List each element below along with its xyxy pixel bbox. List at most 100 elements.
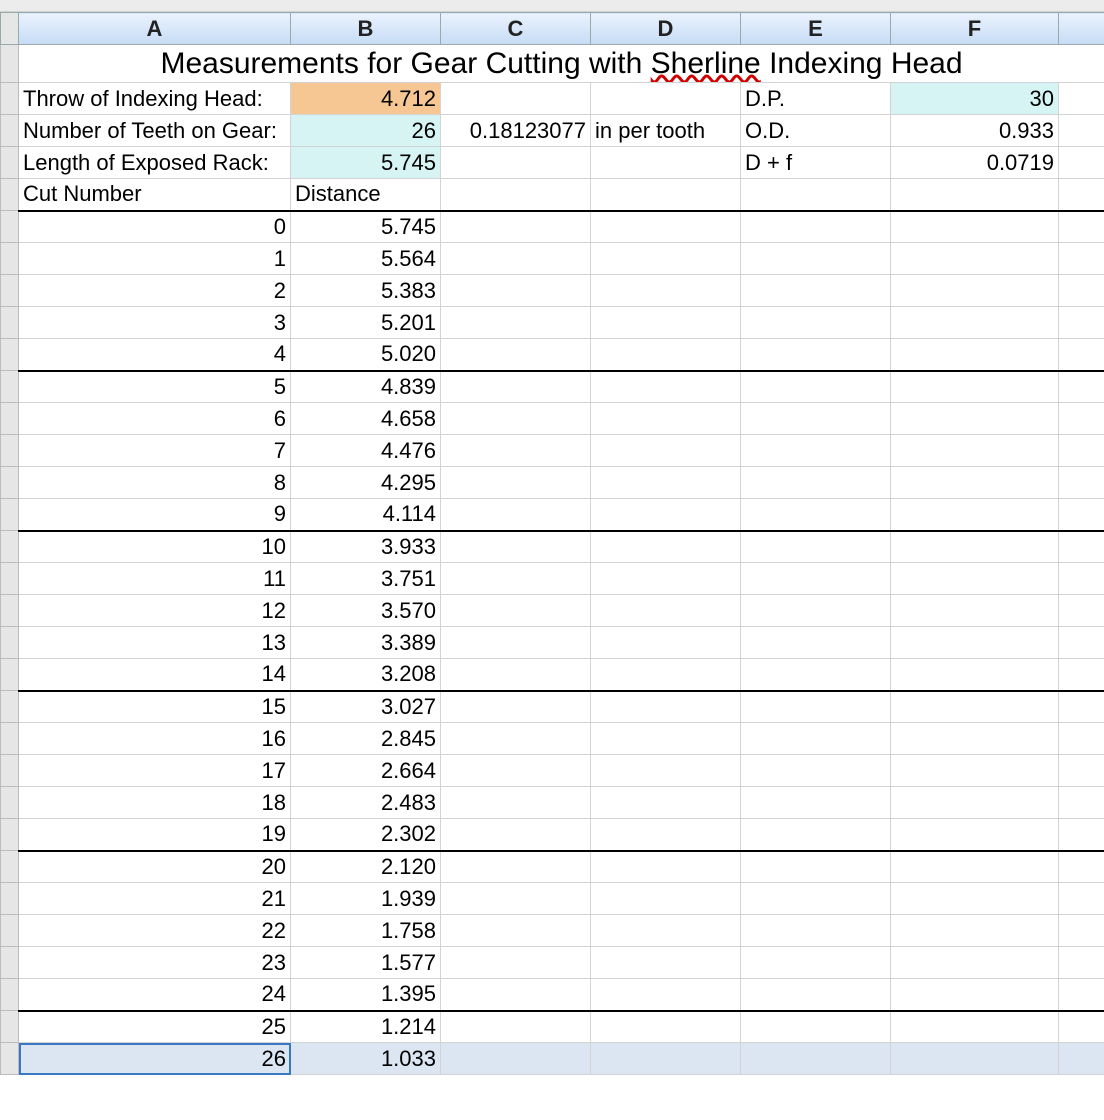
cell[interactable] — [441, 275, 591, 307]
cell[interactable] — [591, 339, 741, 371]
cell[interactable] — [741, 595, 891, 627]
cell[interactable] — [441, 83, 591, 115]
cell[interactable] — [741, 723, 891, 755]
row-header[interactable] — [1, 691, 19, 723]
cell[interactable] — [891, 563, 1059, 595]
cell[interactable] — [1059, 147, 1104, 179]
row-header[interactable] — [1, 979, 19, 1011]
distance-header[interactable]: Distance — [291, 179, 441, 211]
cell[interactable] — [741, 979, 891, 1011]
cell[interactable] — [1059, 819, 1104, 851]
table-row[interactable]: 211.939 — [1, 883, 1104, 915]
cell[interactable] — [591, 627, 741, 659]
cell[interactable] — [891, 307, 1059, 339]
row-header[interactable] — [1, 627, 19, 659]
row-header[interactable] — [1, 723, 19, 755]
cell[interactable] — [441, 787, 591, 819]
row-header[interactable] — [1, 595, 19, 627]
cell[interactable] — [891, 275, 1059, 307]
cell[interactable] — [441, 691, 591, 723]
cell[interactable] — [891, 627, 1059, 659]
cell[interactable] — [591, 883, 741, 915]
cell[interactable] — [441, 595, 591, 627]
cell[interactable] — [591, 179, 741, 211]
cell[interactable] — [741, 403, 891, 435]
cell[interactable] — [591, 595, 741, 627]
cell[interactable] — [591, 83, 741, 115]
cut-number-cell[interactable]: 0 — [19, 211, 291, 243]
row-header[interactable] — [1, 83, 19, 115]
cell[interactable] — [1059, 787, 1104, 819]
distance-cell[interactable]: 3.933 — [291, 531, 441, 563]
cut-number-cell[interactable]: 17 — [19, 755, 291, 787]
row-header[interactable] — [1, 1011, 19, 1043]
dp-label[interactable]: D.P. — [741, 83, 891, 115]
cell[interactable] — [891, 755, 1059, 787]
cell[interactable] — [1059, 755, 1104, 787]
cell[interactable] — [891, 659, 1059, 691]
distance-cell[interactable]: 5.745 — [291, 211, 441, 243]
cell[interactable] — [741, 691, 891, 723]
row-header[interactable] — [1, 467, 19, 499]
cell[interactable] — [741, 243, 891, 275]
table-row[interactable]: 192.302 — [1, 819, 1104, 851]
table-row[interactable]: 113.751 — [1, 563, 1104, 595]
cell[interactable] — [1059, 915, 1104, 947]
cell[interactable] — [891, 211, 1059, 243]
table-row[interactable]: 74.476 — [1, 435, 1104, 467]
cell[interactable] — [1059, 275, 1104, 307]
cell[interactable] — [441, 755, 591, 787]
cell[interactable] — [891, 915, 1059, 947]
cell[interactable] — [741, 211, 891, 243]
distance-cell[interactable]: 3.389 — [291, 627, 441, 659]
cell[interactable] — [441, 627, 591, 659]
row-header[interactable] — [1, 211, 19, 243]
cut-number-cell[interactable]: 24 — [19, 979, 291, 1011]
cell[interactable] — [891, 339, 1059, 371]
distance-cell[interactable]: 1.033 — [291, 1043, 441, 1075]
rack-value[interactable]: 5.745 — [291, 147, 441, 179]
cell[interactable] — [741, 467, 891, 499]
row-header[interactable] — [1, 45, 19, 83]
row-header[interactable] — [1, 275, 19, 307]
cut-number-cell[interactable]: 12 — [19, 595, 291, 627]
cell[interactable] — [441, 179, 591, 211]
table-row[interactable]: 231.577 — [1, 947, 1104, 979]
cell[interactable] — [441, 659, 591, 691]
cell[interactable] — [591, 947, 741, 979]
cell[interactable] — [741, 947, 891, 979]
row-header[interactable] — [1, 819, 19, 851]
cell[interactable] — [441, 915, 591, 947]
cell[interactable] — [741, 787, 891, 819]
cell[interactable] — [741, 499, 891, 531]
table-row[interactable]: 202.120 — [1, 851, 1104, 883]
distance-cell[interactable]: 3.027 — [291, 691, 441, 723]
cell[interactable] — [591, 499, 741, 531]
cell[interactable] — [441, 211, 591, 243]
cell[interactable] — [741, 915, 891, 947]
cell[interactable] — [741, 819, 891, 851]
cell[interactable] — [741, 851, 891, 883]
row-header[interactable] — [1, 147, 19, 179]
distance-cell[interactable]: 2.120 — [291, 851, 441, 883]
cell[interactable] — [741, 883, 891, 915]
rack-label[interactable]: Length of Exposed Rack: — [19, 147, 291, 179]
teeth-value[interactable]: 26 — [291, 115, 441, 147]
teeth-label[interactable]: Number of Teeth on Gear: — [19, 115, 291, 147]
cell[interactable] — [591, 787, 741, 819]
per-tooth-unit[interactable]: in per tooth — [591, 115, 741, 147]
throw-label[interactable]: Throw of Indexing Head: — [19, 83, 291, 115]
cell[interactable] — [441, 243, 591, 275]
cut-number-cell[interactable]: 14 — [19, 659, 291, 691]
distance-cell[interactable]: 1.395 — [291, 979, 441, 1011]
cell[interactable] — [591, 467, 741, 499]
cell[interactable] — [891, 691, 1059, 723]
cell[interactable] — [441, 883, 591, 915]
col-header-spill[interactable] — [1059, 13, 1104, 45]
per-tooth-value[interactable]: 0.18123077 — [441, 115, 591, 147]
table-row[interactable]: 103.933 — [1, 531, 1104, 563]
cut-number-cell[interactable]: 1 — [19, 243, 291, 275]
cell[interactable] — [591, 307, 741, 339]
row-header[interactable] — [1, 243, 19, 275]
distance-cell[interactable]: 1.758 — [291, 915, 441, 947]
